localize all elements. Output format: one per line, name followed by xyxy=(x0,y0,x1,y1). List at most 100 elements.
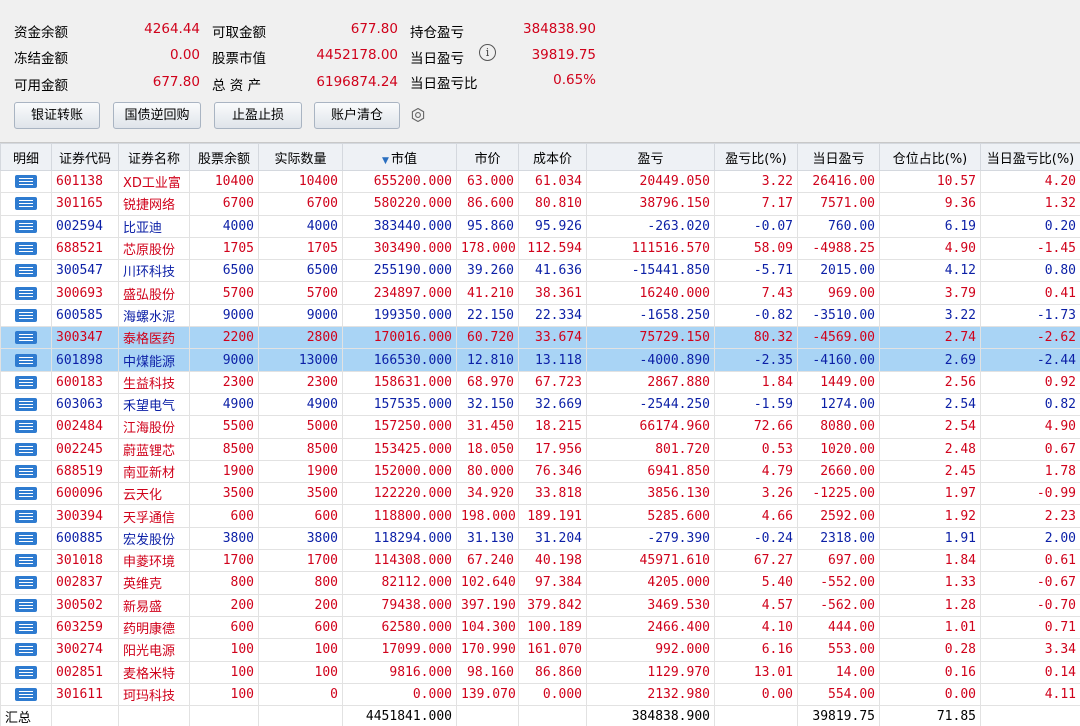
col-pnl-ratio-header[interactable]: 盈亏比(%) xyxy=(714,143,798,171)
detail-cell[interactable] xyxy=(0,682,52,707)
detail-list-icon[interactable] xyxy=(15,219,37,233)
table-row[interactable]: 301018 申菱环境 1700 1700 114308.000 67.240 40.198… xyxy=(0,549,1080,573)
col-actual-qty-header[interactable]: 实际数量 xyxy=(258,143,343,171)
detail-list-icon[interactable] xyxy=(15,398,37,412)
table-row[interactable]: 601898 中煤能源 9000 13000 166530.000 12.810 13.11… xyxy=(0,348,1080,372)
price-cell: 170.990 xyxy=(456,638,519,662)
detail-list-icon[interactable] xyxy=(15,665,37,679)
detail-cell[interactable] xyxy=(0,370,52,394)
table-row[interactable]: 600585 海螺水泥 9000 9000 199350.000 22.150 22.334… xyxy=(0,303,1080,328)
table-row[interactable]: 688521 芯原股份 1705 1705 303490.000 178.000 112.5… xyxy=(0,236,1080,261)
table-row[interactable]: 301611 珂玛科技 100 0 0.000 139.070 0.000 2132.980 0… xyxy=(0,682,1080,707)
detail-list-icon[interactable] xyxy=(15,643,37,657)
col-today-pnl-header[interactable]: 当日盈亏 xyxy=(797,143,880,171)
detail-list-icon[interactable] xyxy=(15,442,37,456)
detail-cell[interactable] xyxy=(0,459,52,484)
reverse-repo-button[interactable]: 国债逆回购 xyxy=(113,102,201,129)
table-row[interactable]: 002245 蔚蓝锂芯 8500 8500 153425.000 18.050 17.956… xyxy=(0,437,1080,461)
detail-cell[interactable] xyxy=(0,259,52,283)
col-price-header[interactable]: 市价 xyxy=(456,143,519,171)
table-row[interactable]: 300693 盛弘股份 5700 5700 234897.000 41.210 38.361… xyxy=(0,281,1080,305)
detail-cell[interactable] xyxy=(0,549,52,573)
detail-cell[interactable] xyxy=(0,482,52,506)
detail-cell[interactable] xyxy=(0,437,52,461)
take-profit-stop-loss-button[interactable]: 止盈止损 xyxy=(214,102,302,129)
detail-cell[interactable] xyxy=(0,660,52,684)
settings-gear-icon[interactable] xyxy=(411,108,425,122)
table-row[interactable]: 601138 XD工业富 10400 10400 655200.000 63.000 61.… xyxy=(0,169,1080,194)
code-cell: 603259 xyxy=(51,615,119,640)
detail-cell[interactable] xyxy=(0,169,52,194)
detail-cell[interactable] xyxy=(0,526,52,551)
detail-cell[interactable] xyxy=(0,236,52,261)
col-balance-header[interactable]: 股票余额 xyxy=(189,143,259,171)
table-row[interactable]: 300547 川环科技 6500 6500 255190.000 39.260 41.636… xyxy=(0,259,1080,283)
detail-list-icon[interactable] xyxy=(15,264,37,278)
detail-list-icon[interactable] xyxy=(15,420,37,434)
column-label: 证券代码 xyxy=(58,151,111,167)
detail-list-icon[interactable] xyxy=(15,487,37,501)
col-name-header[interactable]: 证券名称 xyxy=(118,143,190,171)
detail-cell[interactable] xyxy=(0,593,52,617)
table-row[interactable]: 002594 比亚迪 4000 4000 383440.000 95.860 95.926-… xyxy=(0,214,1080,238)
clear-account-button[interactable]: 账户清仓 xyxy=(314,102,400,129)
col-market-value-header[interactable]: ▼ 市值 xyxy=(342,143,457,171)
info-icon[interactable]: i xyxy=(479,44,496,61)
detail-cell[interactable] xyxy=(0,281,52,305)
detail-cell[interactable] xyxy=(0,326,52,350)
col-cost-header[interactable]: 成本价 xyxy=(518,143,587,171)
detail-cell[interactable] xyxy=(0,303,52,328)
detail-cell[interactable] xyxy=(0,392,52,417)
detail-list-icon[interactable] xyxy=(15,509,37,523)
market-value-cell: 114308.000 xyxy=(342,549,457,573)
table-row[interactable]: 600885 宏发股份 3800 3800 118294.000 31.130 31.204… xyxy=(0,526,1080,551)
detail-cell[interactable] xyxy=(0,214,52,238)
col-today-pnl-ratio-header[interactable]: 当日盈亏比(%) xyxy=(980,143,1080,171)
position-ratio-cell: 1.91 xyxy=(879,526,981,551)
table-row[interactable]: 300502 新易盛 200 200 79438.000 397.190 379.842 34… xyxy=(0,593,1080,617)
detail-list-icon[interactable] xyxy=(15,375,37,389)
table-row[interactable]: 688519 南亚新材 1900 1900 152000.000 80.000 76.346… xyxy=(0,459,1080,484)
table-row[interactable]: 300394 天孚通信 600 600 118800.000 198.000 189.191… xyxy=(0,504,1080,528)
table-row[interactable]: 603063 禾望电气 4900 4900 157535.000 32.150 32.669… xyxy=(0,392,1080,417)
price-cell: 198.000 xyxy=(456,504,519,528)
table-row[interactable]: 300347 泰格医药 2200 2800 170016.000 60.720 33.674… xyxy=(0,326,1080,350)
detail-list-icon[interactable] xyxy=(15,554,37,568)
table-row[interactable]: 002837 英维克 800 800 82112.000 102.640 97.384 420… xyxy=(0,571,1080,595)
detail-list-icon[interactable] xyxy=(15,331,37,345)
col-code-header[interactable]: 证券代码 xyxy=(51,143,119,171)
detail-list-icon[interactable] xyxy=(15,621,37,635)
detail-list-icon[interactable] xyxy=(15,598,37,612)
detail-list-icon[interactable] xyxy=(15,576,37,590)
detail-cell[interactable] xyxy=(0,571,52,595)
table-row[interactable]: 603259 药明康德 600 600 62580.000 104.300 100.189 2… xyxy=(0,615,1080,640)
detail-cell[interactable] xyxy=(0,504,52,528)
table-row[interactable]: 301165 锐捷网络 6700 6700 580220.000 86.600 80.810… xyxy=(0,192,1080,216)
detail-list-icon[interactable] xyxy=(15,197,37,211)
table-row[interactable]: 600183 生益科技 2300 2300 158631.000 68.970 67.723… xyxy=(0,370,1080,394)
table-row[interactable]: 002484 江海股份 5500 5000 157250.000 31.450 18.215… xyxy=(0,415,1080,439)
table-row[interactable]: 300274 阳光电源 100 100 17099.000 170.990 161.070 9… xyxy=(0,638,1080,662)
pnl-ratio-cell: -0.07 xyxy=(714,214,798,238)
detail-list-icon[interactable] xyxy=(15,687,37,701)
detail-list-icon[interactable] xyxy=(15,308,37,322)
detail-cell[interactable] xyxy=(0,415,52,439)
col-detail-header[interactable]: 明细 xyxy=(0,143,52,171)
col-pnl-header[interactable]: 盈亏 xyxy=(586,143,715,171)
detail-list-icon[interactable] xyxy=(15,175,37,189)
detail-list-icon[interactable] xyxy=(15,286,37,300)
detail-cell[interactable] xyxy=(0,638,52,662)
detail-list-icon[interactable] xyxy=(15,531,37,545)
pnl-ratio-cell: -0.24 xyxy=(714,526,798,551)
detail-cell[interactable] xyxy=(0,192,52,216)
detail-cell[interactable] xyxy=(0,615,52,640)
detail-list-icon[interactable] xyxy=(15,242,37,256)
bank-transfer-button[interactable]: 银证转账 xyxy=(14,102,100,129)
detail-list-icon[interactable] xyxy=(15,465,37,478)
col-position-ratio-header[interactable]: 仓位占比(%) xyxy=(879,143,981,171)
detail-cell[interactable] xyxy=(0,348,52,372)
balance-cell: 9000 xyxy=(189,348,259,372)
detail-list-icon[interactable] xyxy=(15,353,37,367)
table-row[interactable]: 002851 麦格米特 100 100 9816.000 98.160 86.860 1129… xyxy=(0,660,1080,684)
table-row[interactable]: 600096 云天化 3500 3500 122220.000 34.920 33.818 3… xyxy=(0,482,1080,506)
